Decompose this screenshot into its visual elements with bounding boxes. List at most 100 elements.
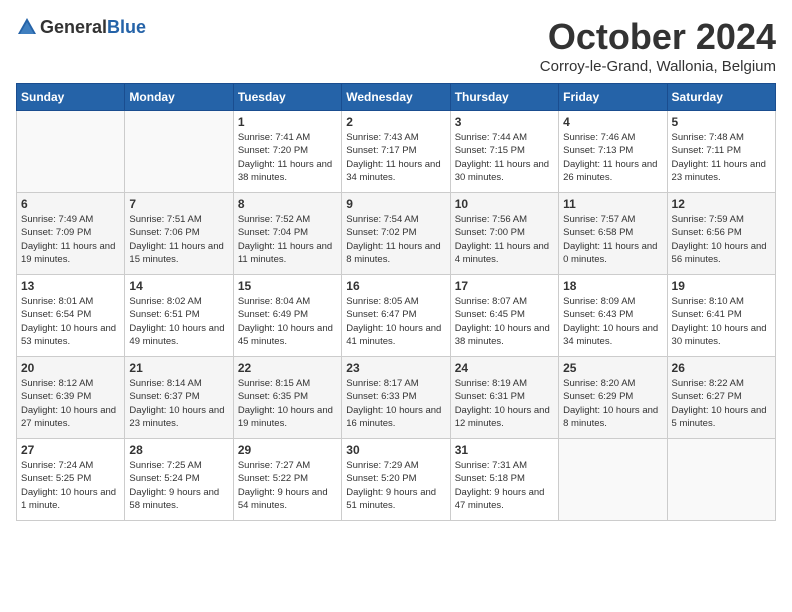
day-number: 26: [672, 361, 771, 375]
calendar-cell: 11 Sunrise: 7:57 AM Sunset: 6:58 PM Dayli…: [559, 193, 667, 275]
day-number: 8: [238, 197, 337, 211]
day-number: 25: [563, 361, 662, 375]
calendar-body: 1Sunrise: 7:41 AM Sunset: 7:20 PM Daylig…: [17, 111, 776, 521]
day-info: Sunrise: 8:19 AM Sunset: 6:31 PM Dayligh…: [455, 377, 554, 430]
calendar-cell: 7 Sunrise: 7:51 AM Sunset: 7:06 PM Daylig…: [125, 193, 233, 275]
calendar-cell: 12 Sunrise: 7:59 AM Sunset: 6:56 PM Dayli…: [667, 193, 775, 275]
calendar-cell: 21 Sunrise: 8:14 AM Sunset: 6:37 PM Dayli…: [125, 357, 233, 439]
header-day-tuesday: Tuesday: [233, 84, 341, 111]
day-info: Sunrise: 7:59 AM Sunset: 6:56 PM Dayligh…: [672, 213, 771, 266]
day-info: Sunrise: 7:44 AM Sunset: 7:15 PM Dayligh…: [455, 131, 554, 184]
calendar-table: SundayMondayTuesdayWednesdayThursdayFrid…: [16, 83, 776, 521]
day-info: Sunrise: 8:02 AM Sunset: 6:51 PM Dayligh…: [129, 295, 228, 348]
day-info: Sunrise: 8:17 AM Sunset: 6:33 PM Dayligh…: [346, 377, 445, 430]
calendar-cell: 20 Sunrise: 8:12 AM Sunset: 6:39 PM Dayli…: [17, 357, 125, 439]
calendar-cell: 5 Sunrise: 7:48 AM Sunset: 7:11 PM Daylig…: [667, 111, 775, 193]
day-number: 22: [238, 361, 337, 375]
logo-icon: [16, 16, 38, 38]
day-number: 15: [238, 279, 337, 293]
calendar-cell: 24 Sunrise: 8:19 AM Sunset: 6:31 PM Dayli…: [450, 357, 558, 439]
calendar-cell: 3Sunrise: 7:44 AM Sunset: 7:15 PM Daylig…: [450, 111, 558, 193]
calendar-cell: 31 Sunrise: 7:31 AM Sunset: 5:18 PM Dayli…: [450, 439, 558, 521]
location-subtitle: Corroy-le-Grand, Wallonia, Belgium: [540, 58, 776, 75]
header-day-thursday: Thursday: [450, 84, 558, 111]
week-row-3: 13Sunrise: 8:01 AM Sunset: 6:54 PM Dayli…: [17, 275, 776, 357]
title-area: October 2024 Corroy-le-Grand, Wallonia, …: [540, 16, 776, 75]
calendar-cell: 30 Sunrise: 7:29 AM Sunset: 5:20 PM Dayli…: [342, 439, 450, 521]
day-info: Sunrise: 7:43 AM Sunset: 7:17 PM Dayligh…: [346, 131, 445, 184]
calendar-cell: 4Sunrise: 7:46 AM Sunset: 7:13 PM Daylig…: [559, 111, 667, 193]
calendar-cell: 19Sunrise: 8:10 AM Sunset: 6:41 PM Dayli…: [667, 275, 775, 357]
week-row-2: 6Sunrise: 7:49 AM Sunset: 7:09 PM Daylig…: [17, 193, 776, 275]
day-info: Sunrise: 7:56 AM Sunset: 7:00 PM Dayligh…: [455, 213, 554, 266]
day-number: 16: [346, 279, 445, 293]
calendar-cell: 1Sunrise: 7:41 AM Sunset: 7:20 PM Daylig…: [233, 111, 341, 193]
calendar-cell: 14 Sunrise: 8:02 AM Sunset: 6:51 PM Dayli…: [125, 275, 233, 357]
header-day-monday: Monday: [125, 84, 233, 111]
header-day-friday: Friday: [559, 84, 667, 111]
day-info: Sunrise: 8:05 AM Sunset: 6:47 PM Dayligh…: [346, 295, 445, 348]
calendar-cell: [667, 439, 775, 521]
day-info: Sunrise: 8:12 AM Sunset: 6:39 PM Dayligh…: [21, 377, 120, 430]
day-info: Sunrise: 7:52 AM Sunset: 7:04 PM Dayligh…: [238, 213, 337, 266]
calendar-cell: 26Sunrise: 8:22 AM Sunset: 6:27 PM Dayli…: [667, 357, 775, 439]
calendar-cell: 6Sunrise: 7:49 AM Sunset: 7:09 PM Daylig…: [17, 193, 125, 275]
calendar-cell: 15 Sunrise: 8:04 AM Sunset: 6:49 PM Dayli…: [233, 275, 341, 357]
day-info: Sunrise: 7:54 AM Sunset: 7:02 PM Dayligh…: [346, 213, 445, 266]
week-row-1: 1Sunrise: 7:41 AM Sunset: 7:20 PM Daylig…: [17, 111, 776, 193]
day-info: Sunrise: 7:57 AM Sunset: 6:58 PM Dayligh…: [563, 213, 662, 266]
day-number: 9: [346, 197, 445, 211]
day-number: 19: [672, 279, 771, 293]
logo-general-text: General: [40, 17, 107, 37]
day-number: 24: [455, 361, 554, 375]
calendar-cell: 18 Sunrise: 8:09 AM Sunset: 6:43 PM Dayli…: [559, 275, 667, 357]
day-number: 29: [238, 443, 337, 457]
day-info: Sunrise: 7:31 AM Sunset: 5:18 PM Dayligh…: [455, 459, 554, 512]
calendar-cell: [125, 111, 233, 193]
day-number: 27: [21, 443, 120, 457]
day-number: 6: [21, 197, 120, 211]
logo-blue-text: Blue: [107, 17, 146, 37]
day-info: Sunrise: 8:14 AM Sunset: 6:37 PM Dayligh…: [129, 377, 228, 430]
day-number: 30: [346, 443, 445, 457]
day-info: Sunrise: 7:29 AM Sunset: 5:20 PM Dayligh…: [346, 459, 445, 512]
day-number: 18: [563, 279, 662, 293]
day-number: 20: [21, 361, 120, 375]
month-title: October 2024: [540, 16, 776, 58]
day-number: 21: [129, 361, 228, 375]
header-day-sunday: Sunday: [17, 84, 125, 111]
calendar-cell: 23Sunrise: 8:17 AM Sunset: 6:33 PM Dayli…: [342, 357, 450, 439]
day-info: Sunrise: 8:04 AM Sunset: 6:49 PM Dayligh…: [238, 295, 337, 348]
header-day-wednesday: Wednesday: [342, 84, 450, 111]
day-number: 14: [129, 279, 228, 293]
calendar-cell: 2Sunrise: 7:43 AM Sunset: 7:17 PM Daylig…: [342, 111, 450, 193]
calendar-cell: 17 Sunrise: 8:07 AM Sunset: 6:45 PM Dayli…: [450, 275, 558, 357]
page-header: GeneralBlue October 2024 Corroy-le-Grand…: [16, 16, 776, 75]
day-number: 7: [129, 197, 228, 211]
day-number: 11: [563, 197, 662, 211]
calendar-cell: 13Sunrise: 8:01 AM Sunset: 6:54 PM Dayli…: [17, 275, 125, 357]
day-info: Sunrise: 7:25 AM Sunset: 5:24 PM Dayligh…: [129, 459, 228, 512]
day-number: 17: [455, 279, 554, 293]
calendar-cell: [559, 439, 667, 521]
week-row-5: 27Sunrise: 7:24 AM Sunset: 5:25 PM Dayli…: [17, 439, 776, 521]
header-day-saturday: Saturday: [667, 84, 775, 111]
day-number: 12: [672, 197, 771, 211]
header-row: SundayMondayTuesdayWednesdayThursdayFrid…: [17, 84, 776, 111]
day-info: Sunrise: 7:48 AM Sunset: 7:11 PM Dayligh…: [672, 131, 771, 184]
week-row-4: 20 Sunrise: 8:12 AM Sunset: 6:39 PM Dayli…: [17, 357, 776, 439]
day-number: 5: [672, 115, 771, 129]
day-info: Sunrise: 8:07 AM Sunset: 6:45 PM Dayligh…: [455, 295, 554, 348]
day-info: Sunrise: 7:46 AM Sunset: 7:13 PM Dayligh…: [563, 131, 662, 184]
calendar-header: SundayMondayTuesdayWednesdayThursdayFrid…: [17, 84, 776, 111]
calendar-cell: 22Sunrise: 8:15 AM Sunset: 6:35 PM Dayli…: [233, 357, 341, 439]
day-info: Sunrise: 7:41 AM Sunset: 7:20 PM Dayligh…: [238, 131, 337, 184]
day-number: 31: [455, 443, 554, 457]
calendar-cell: 29Sunrise: 7:27 AM Sunset: 5:22 PM Dayli…: [233, 439, 341, 521]
day-number: 28: [129, 443, 228, 457]
calendar-cell: 25Sunrise: 8:20 AM Sunset: 6:29 PM Dayli…: [559, 357, 667, 439]
calendar-cell: 16 Sunrise: 8:05 AM Sunset: 6:47 PM Dayli…: [342, 275, 450, 357]
day-info: Sunrise: 7:51 AM Sunset: 7:06 PM Dayligh…: [129, 213, 228, 266]
calendar-cell: 8 Sunrise: 7:52 AM Sunset: 7:04 PM Daylig…: [233, 193, 341, 275]
day-info: Sunrise: 8:09 AM Sunset: 6:43 PM Dayligh…: [563, 295, 662, 348]
